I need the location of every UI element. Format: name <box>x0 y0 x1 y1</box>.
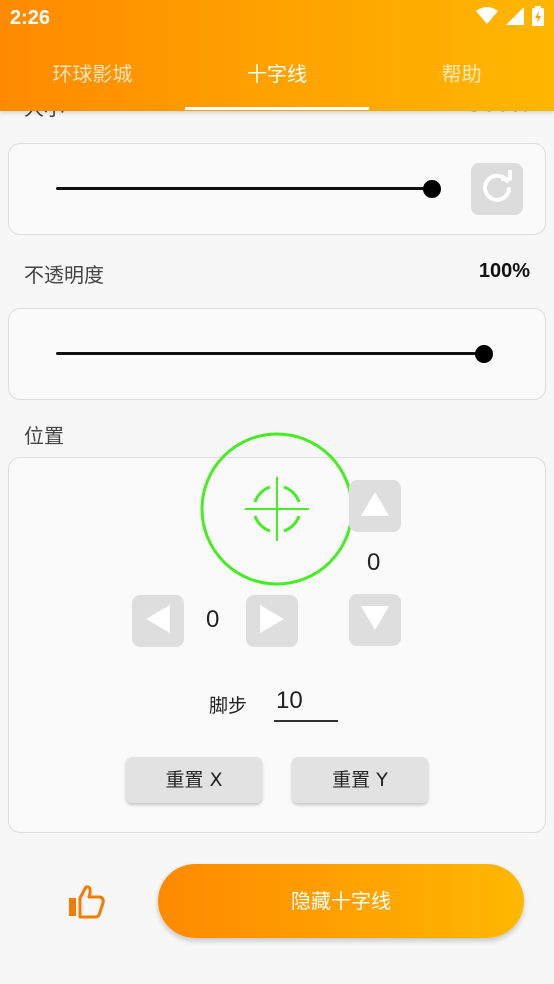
status-icons <box>476 6 544 30</box>
position-label: 位置 <box>24 424 64 448</box>
arrow-up-icon <box>359 490 391 522</box>
tab-bar: 环球影城 十字线 帮助 <box>0 38 554 111</box>
hide-crosshair-button[interactable]: 隐藏十字线 <box>158 864 524 938</box>
position-card: 0 0 脚步 重置 X 重置 Y <box>8 432 546 833</box>
battery-icon <box>532 6 544 30</box>
thumbs-up-icon[interactable] <box>66 882 106 922</box>
move-left-button[interactable] <box>132 595 184 647</box>
arrow-down-icon <box>359 604 391 636</box>
arrow-left-icon <box>144 603 172 639</box>
app-header: 2:26 环球影城 十字线 帮助 <box>0 0 554 111</box>
size-card <box>8 143 546 235</box>
y-value: 0 <box>367 549 381 576</box>
tab-help[interactable]: 帮助 <box>369 38 554 111</box>
status-time: 2:26 <box>10 7 51 29</box>
arrow-right-icon <box>258 603 286 639</box>
signal-icon <box>506 7 524 29</box>
size-slider-track[interactable] <box>56 187 434 190</box>
tab-crosshair[interactable]: 十字线 <box>184 38 370 111</box>
reset-size-button[interactable] <box>471 163 523 215</box>
reset-icon <box>479 169 515 209</box>
x-value: 0 <box>206 606 220 633</box>
opacity-card <box>8 308 546 400</box>
opacity-value: 100% <box>478 260 530 282</box>
step-label: 脚步 <box>209 695 248 717</box>
status-bar: 2:26 <box>0 0 554 38</box>
wifi-icon <box>476 7 498 29</box>
opacity-slider-thumb[interactable] <box>475 345 493 363</box>
tab-universal-studios[interactable]: 环球影城 <box>0 38 185 111</box>
opacity-slider-track[interactable] <box>56 352 486 355</box>
crosshair-icon[interactable] <box>200 432 354 586</box>
size-slider-thumb[interactable] <box>423 180 441 198</box>
step-input[interactable] <box>274 682 338 722</box>
move-right-button[interactable] <box>246 595 298 647</box>
move-down-button[interactable] <box>349 594 401 646</box>
move-up-button[interactable] <box>349 480 401 532</box>
reset-y-button[interactable]: 重置 Y <box>292 757 428 803</box>
opacity-label: 不透明度 <box>24 263 104 287</box>
reset-x-button[interactable]: 重置 X <box>126 757 262 803</box>
